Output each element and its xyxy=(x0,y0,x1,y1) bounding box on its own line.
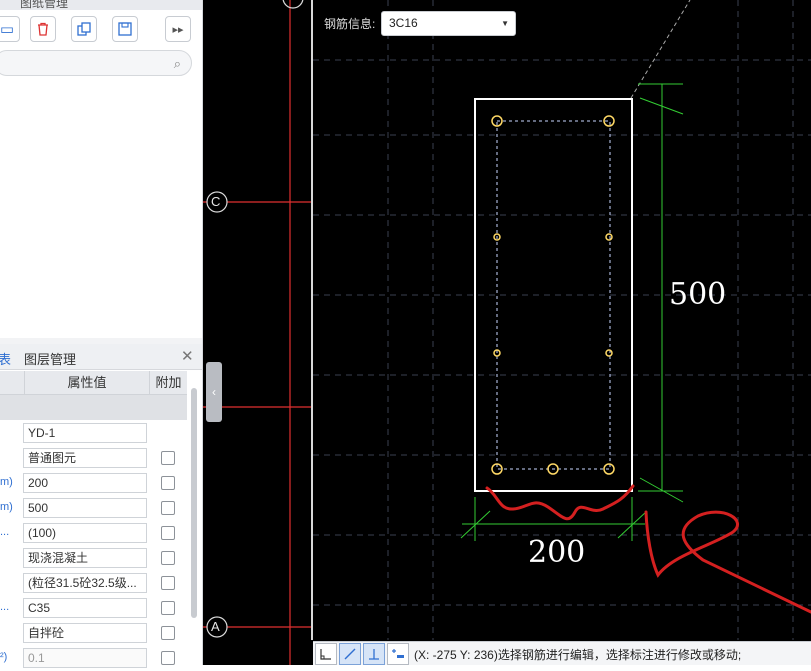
properties-tabs: 表 图层管理 ✕ xyxy=(0,344,202,370)
axis-bubble-top xyxy=(282,0,304,9)
delete-button[interactable] xyxy=(30,16,56,42)
search-icon: ⌕ xyxy=(173,56,181,71)
table-row: 普通图元 xyxy=(0,446,187,471)
property-name: m) xyxy=(0,501,13,513)
table-row: m) 500 xyxy=(0,496,187,521)
property-value-field[interactable]: 500 xyxy=(23,498,147,518)
table-row: ²) 0.1 xyxy=(0,646,187,671)
collapse-panel-button[interactable]: ‹ xyxy=(206,362,222,422)
rebar-info-select[interactable]: 3C16 ▼ xyxy=(381,11,516,36)
slope-button[interactable] xyxy=(339,643,361,665)
property-value-field[interactable]: 200 xyxy=(23,473,147,493)
properties-pane: 表 图层管理 ✕ 属性值 附加 YD-1 普通图元 m) 200 m) 500 xyxy=(0,344,202,668)
ortho-icon xyxy=(320,649,331,660)
left-panel: 图纸管理 ▭ ▸▸ ⌕ 表 图层管理 ✕ 属性值 附加 YD-1 普通图元 m)… xyxy=(0,0,203,668)
property-group-row[interactable] xyxy=(0,395,187,420)
column-header-value: 属性值 xyxy=(24,371,150,395)
extra-checkbox[interactable] xyxy=(161,501,175,515)
property-value-field[interactable]: 自拌砼 xyxy=(23,623,147,643)
extra-checkbox[interactable] xyxy=(161,476,175,490)
properties-table-header: 属性值 附加 xyxy=(0,371,187,395)
rebar-info-value: 3C16 xyxy=(389,16,418,30)
dropdown-caret-icon: ▼ xyxy=(501,19,509,28)
extra-checkbox[interactable] xyxy=(161,526,175,540)
property-name: ... xyxy=(0,601,10,613)
property-name: ²) xyxy=(0,651,8,663)
viewport-divider xyxy=(311,0,313,640)
extra-checkbox[interactable] xyxy=(161,451,175,465)
perpendicular-icon xyxy=(369,649,379,660)
slope-icon xyxy=(344,648,356,660)
rebar-info-label: 钢筋信息: xyxy=(324,17,376,31)
dynamic-input-icon xyxy=(392,649,404,658)
tab-layer-management[interactable]: 图层管理 xyxy=(24,349,76,368)
more-button[interactable]: ▸▸ xyxy=(165,16,191,42)
save-as-button[interactable] xyxy=(112,16,138,42)
orthogonal-button[interactable] xyxy=(315,643,337,665)
extra-checkbox[interactable] xyxy=(161,551,175,565)
extra-checkbox[interactable] xyxy=(161,651,175,665)
annotation-arrow xyxy=(644,510,811,614)
component-list-pane: 图纸管理 ▭ ▸▸ ⌕ xyxy=(0,0,202,338)
dimension-width-label[interactable]: 200 xyxy=(528,535,585,570)
table-row: m) 200 xyxy=(0,471,187,496)
property-value-field[interactable]: 普通图元 xyxy=(23,448,147,468)
copy-icon xyxy=(77,22,91,36)
table-row: 现浇混凝土 xyxy=(0,546,187,571)
extra-checkbox[interactable] xyxy=(161,601,175,615)
extra-checkbox[interactable] xyxy=(161,576,175,590)
property-value-field[interactable]: 0.1 xyxy=(23,648,147,668)
table-row: YD-1 xyxy=(0,421,187,446)
dynamic-input-button[interactable] xyxy=(387,643,409,665)
leader-line xyxy=(630,0,691,99)
properties-scrollbar[interactable] xyxy=(191,388,197,618)
double-chevron-right-icon: ▸▸ xyxy=(172,23,184,36)
trash-icon xyxy=(38,22,48,36)
property-value-field[interactable]: 现浇混凝土 xyxy=(23,548,147,568)
copy-button[interactable] xyxy=(71,16,97,42)
dimension-height-label[interactable]: 500 xyxy=(669,277,726,312)
tab-drawing-management[interactable]: 图纸管理 xyxy=(20,0,68,10)
status-text: (X: -275 Y: 236)选择钢筋进行编辑，选择标注进行修改或移动; xyxy=(414,648,742,662)
axis-label-a: A xyxy=(211,619,220,634)
tab-properties[interactable]: 表 xyxy=(0,349,11,368)
property-value-field[interactable]: YD-1 xyxy=(23,423,147,443)
property-value-field[interactable]: (100) xyxy=(23,523,147,543)
top-tab-strip: 图纸管理 xyxy=(0,0,202,10)
property-value-field[interactable]: C35 xyxy=(23,598,147,618)
close-icon[interactable]: ✕ xyxy=(181,347,194,365)
perpendicular-button[interactable] xyxy=(363,643,385,665)
table-row: ... C35 xyxy=(0,596,187,621)
save-icon xyxy=(118,22,132,36)
column-header-extra: 附加 xyxy=(155,375,182,390)
status-bar: (X: -275 Y: 236)选择钢筋进行编辑，选择标注进行修改或移动; xyxy=(313,641,811,665)
property-name: ... xyxy=(0,526,10,538)
property-value-field[interactable]: (粒径31.5砼32.5级... xyxy=(23,573,147,593)
chevron-left-icon: ‹ xyxy=(212,385,216,399)
property-name: m) xyxy=(0,476,13,488)
rebar-points xyxy=(491,115,615,475)
extra-checkbox[interactable] xyxy=(161,626,175,640)
drawing-svg xyxy=(203,0,811,665)
drawing-canvas[interactable]: C A 500 200 xyxy=(203,0,811,665)
monitor-icon: ▭ xyxy=(0,21,15,38)
column-section xyxy=(474,98,633,492)
add-component-button[interactable]: ▭ xyxy=(0,16,20,42)
search-input[interactable]: ⌕ xyxy=(0,50,192,76)
table-row: 自拌砼 xyxy=(0,621,187,646)
axis-label-c: C xyxy=(211,194,221,209)
table-row: (粒径31.5砼32.5级... xyxy=(0,571,187,596)
table-row: ... (100) xyxy=(0,521,187,546)
